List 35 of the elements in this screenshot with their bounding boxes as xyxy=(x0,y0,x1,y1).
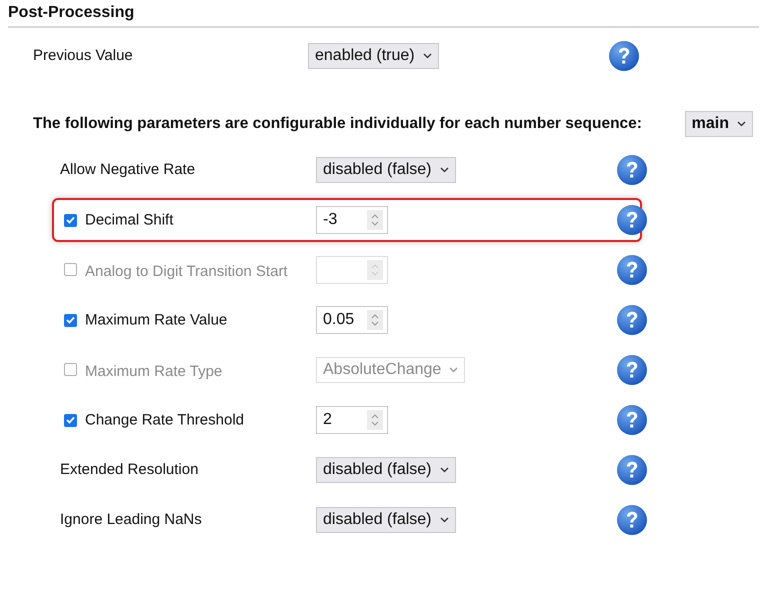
help-icon[interactable] xyxy=(616,504,648,536)
number-field[interactable]: 2 xyxy=(316,406,388,434)
help-icon[interactable] xyxy=(616,204,648,236)
section-title: Post-Processing xyxy=(8,4,759,28)
setting-label: Allow Negative Rate xyxy=(60,161,196,179)
setting-label: Change Rate Threshold xyxy=(60,410,244,430)
dropdown[interactable]: enabled (true) xyxy=(308,43,439,69)
chevron-icon xyxy=(440,167,448,173)
chevron-icon xyxy=(440,467,448,473)
setting-label: Ignore Leading NaNs xyxy=(60,511,202,529)
chevron-icon xyxy=(440,517,448,523)
checkbox[interactable] xyxy=(64,414,77,427)
number-field[interactable]: 0.05 xyxy=(316,306,388,334)
sequence-dropdown[interactable]: main xyxy=(684,111,753,137)
chevron-icon xyxy=(449,367,458,373)
dropdown[interactable]: disabled (false) xyxy=(316,507,456,533)
help-icon[interactable] xyxy=(616,454,648,486)
sequence-prompt: The following parameters are configurable individually for each number sequence: xyxy=(33,115,642,133)
dropdown[interactable]: disabled (false) xyxy=(316,457,456,483)
number-field[interactable]: -3 xyxy=(316,206,388,234)
setting-label: Maximum Rate Value xyxy=(60,310,228,330)
setting-label: Decimal Shift xyxy=(60,210,174,230)
help-icon[interactable] xyxy=(616,304,648,336)
checkbox[interactable] xyxy=(64,314,77,327)
setting-label: Analog to Digit Transition Start xyxy=(60,260,288,280)
help-icon[interactable] xyxy=(608,40,640,72)
setting-label: Extended Resolution xyxy=(60,461,198,479)
chevron-icon xyxy=(422,53,432,59)
setting-label: Maximum Rate Type xyxy=(60,360,222,380)
help-icon[interactable] xyxy=(616,154,648,186)
chevron-icon xyxy=(737,121,746,127)
setting-label: Previous Value xyxy=(33,47,134,65)
help-icon[interactable] xyxy=(616,404,648,436)
dropdown[interactable]: disabled (false) xyxy=(316,157,456,183)
checkbox[interactable] xyxy=(64,214,77,227)
